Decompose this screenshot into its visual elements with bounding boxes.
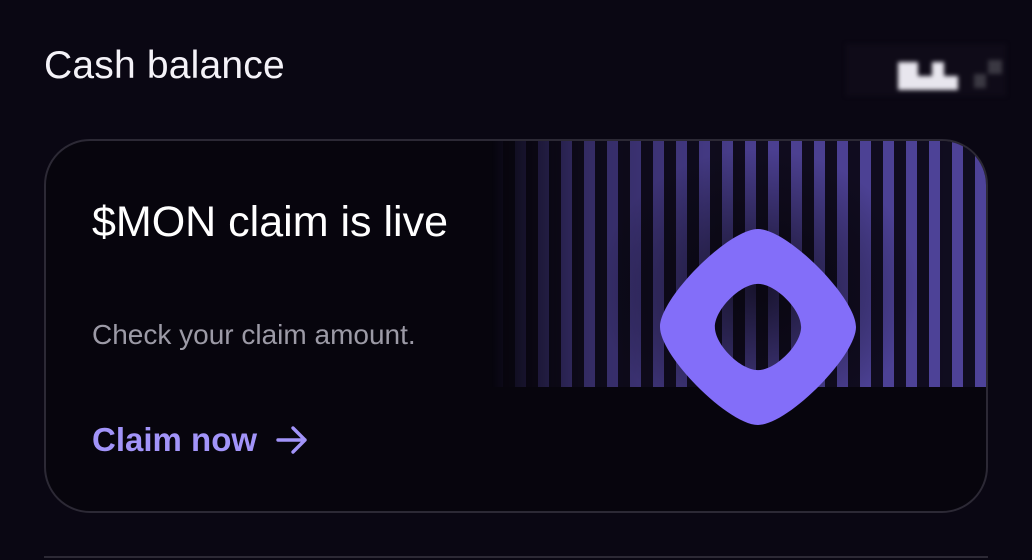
claim-now-link[interactable]: Claim now [92,421,309,459]
cash-balance-screen: Cash balance $MON claim is live Check yo… [0,0,1032,560]
obscured-balance-icon [846,44,1006,96]
section-title: Cash balance [44,44,285,87]
monad-logo-icon [660,229,856,425]
divider [44,556,988,558]
promo-headline: $MON claim is live [92,198,448,246]
mon-claim-card[interactable]: $MON claim is live Check your claim amou… [44,139,988,513]
claim-now-label: Claim now [92,421,258,458]
promo-subtext: Check your claim amount. [92,319,416,350]
arrow-right-icon [276,426,307,454]
